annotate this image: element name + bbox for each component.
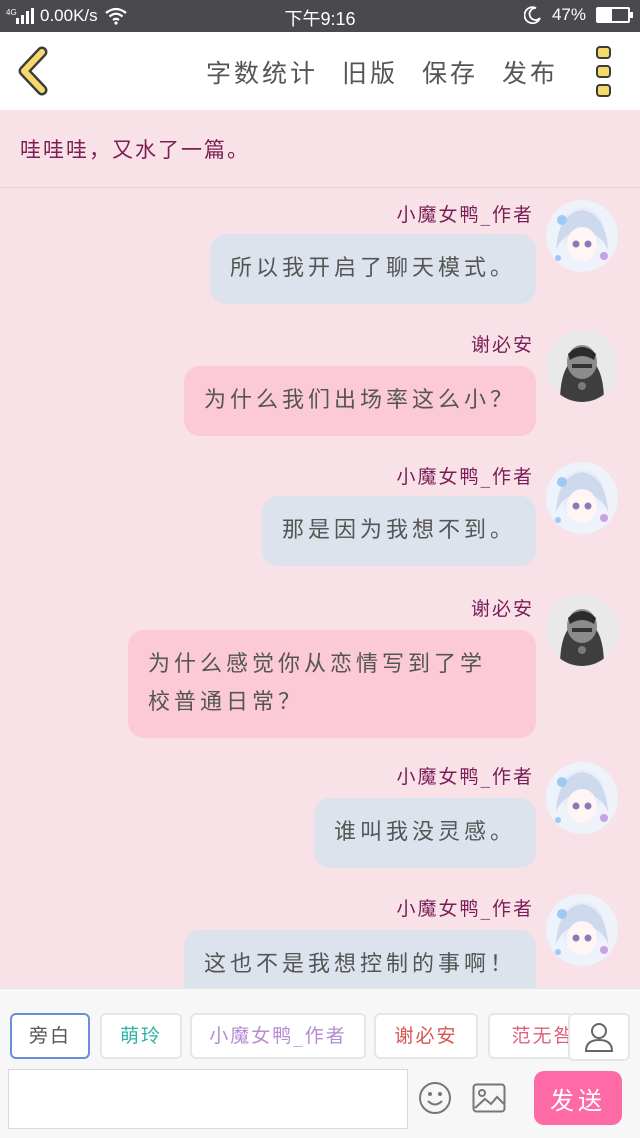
role-xiebian[interactable]: 谢必安	[374, 1013, 478, 1059]
role-author[interactable]: 小魔女鸭_作者	[190, 1013, 366, 1059]
back-chevron-icon[interactable]	[14, 46, 54, 96]
message-sender: 谢必安	[470, 334, 534, 356]
masked-character-avatar[interactable]	[546, 594, 618, 666]
status-bar: 4G 0.00K/s 下午9:16 47%	[0, 0, 640, 32]
message-item: 谢必安 为什么感觉你从恋情写到了学 校普通日常？	[0, 586, 640, 746]
anime-girl-avatar[interactable]	[546, 462, 618, 534]
message-input[interactable]	[8, 1069, 408, 1129]
role-mengling[interactable]: 萌玲	[100, 1013, 182, 1059]
word-count-button[interactable]: 字数统计	[206, 54, 318, 90]
message-bubble: 谁叫我没灵感。	[313, 798, 536, 868]
message-bubble: 所以我开启了聊天模式。	[209, 234, 536, 304]
story-intro: 哇哇哇，又水了一篇。	[0, 110, 640, 188]
battery-icon	[596, 7, 633, 23]
masked-character-avatar[interactable]	[546, 330, 618, 402]
message-sender: 小魔女鸭_作者	[396, 204, 534, 226]
emoji-icon[interactable]	[418, 1081, 452, 1115]
message-item: 小魔女鸭_作者 谁叫我没灵感。	[0, 756, 640, 876]
intro-text: 哇哇哇，又水了一篇。	[20, 138, 250, 162]
role-narrator[interactable]: 旁白	[10, 1013, 90, 1059]
message-item: 小魔女鸭_作者 那是因为我想不到。	[0, 454, 640, 574]
battery-fill	[598, 9, 613, 21]
message-item: 谢必安 为什么我们出场率这么小？	[0, 322, 640, 442]
role-selector: 旁白 萌玲 小魔女鸭_作者 谢必安 范无咎	[10, 1013, 570, 1061]
image-icon[interactable]	[472, 1083, 506, 1113]
user-icon	[584, 1023, 614, 1052]
message-sender: 谢必安	[470, 598, 534, 620]
message-line: 校普通日常？	[148, 690, 305, 715]
battery-percent: 47%	[551, 5, 586, 24]
role-fanwujiu[interactable]: 范无咎	[488, 1013, 570, 1059]
message-sender: 小魔女鸭_作者	[396, 466, 534, 488]
send-button[interactable]: 发送	[534, 1071, 622, 1125]
chat-list: 小魔女鸭_作者 所以我开启了聊天模式。 谢必安 为什么我们出场率这么小？ 小魔女…	[0, 190, 640, 988]
message-item: 小魔女鸭_作者 这也不是我想控制的事啊！	[0, 888, 640, 988]
status-right: 47%	[523, 5, 633, 25]
toolbar: 字数统计 旧版 保存 发布	[0, 32, 640, 110]
moon-icon	[523, 6, 541, 24]
message-line: 为什么感觉你从恋情写到了学	[148, 652, 487, 677]
message-bubble: 为什么感觉你从恋情写到了学 校普通日常？	[128, 630, 536, 738]
anime-girl-avatar[interactable]	[546, 200, 618, 272]
message-bubble: 那是因为我想不到。	[261, 496, 536, 566]
save-button[interactable]: 保存	[422, 54, 478, 90]
anime-girl-avatar[interactable]	[546, 894, 618, 966]
toolbar-actions: 字数统计 旧版 保存 发布	[206, 54, 558, 90]
message-sender: 小魔女鸭_作者	[396, 898, 534, 920]
message-bubble: 这也不是我想控制的事啊！	[183, 930, 536, 988]
message-item: 小魔女鸭_作者 所以我开启了聊天模式。	[0, 190, 640, 310]
message-sender: 小魔女鸭_作者	[396, 766, 534, 788]
compose-panel: 旁白 萌玲 小魔女鸭_作者 谢必安 范无咎 发送	[0, 988, 640, 1138]
more-dots-icon[interactable]	[594, 45, 616, 99]
anime-girl-avatar[interactable]	[546, 762, 618, 834]
add-role-button[interactable]	[568, 1013, 630, 1061]
publish-button[interactable]: 发布	[502, 54, 558, 90]
message-bubble: 为什么我们出场率这么小？	[183, 366, 536, 436]
old-version-button[interactable]: 旧版	[342, 54, 398, 90]
